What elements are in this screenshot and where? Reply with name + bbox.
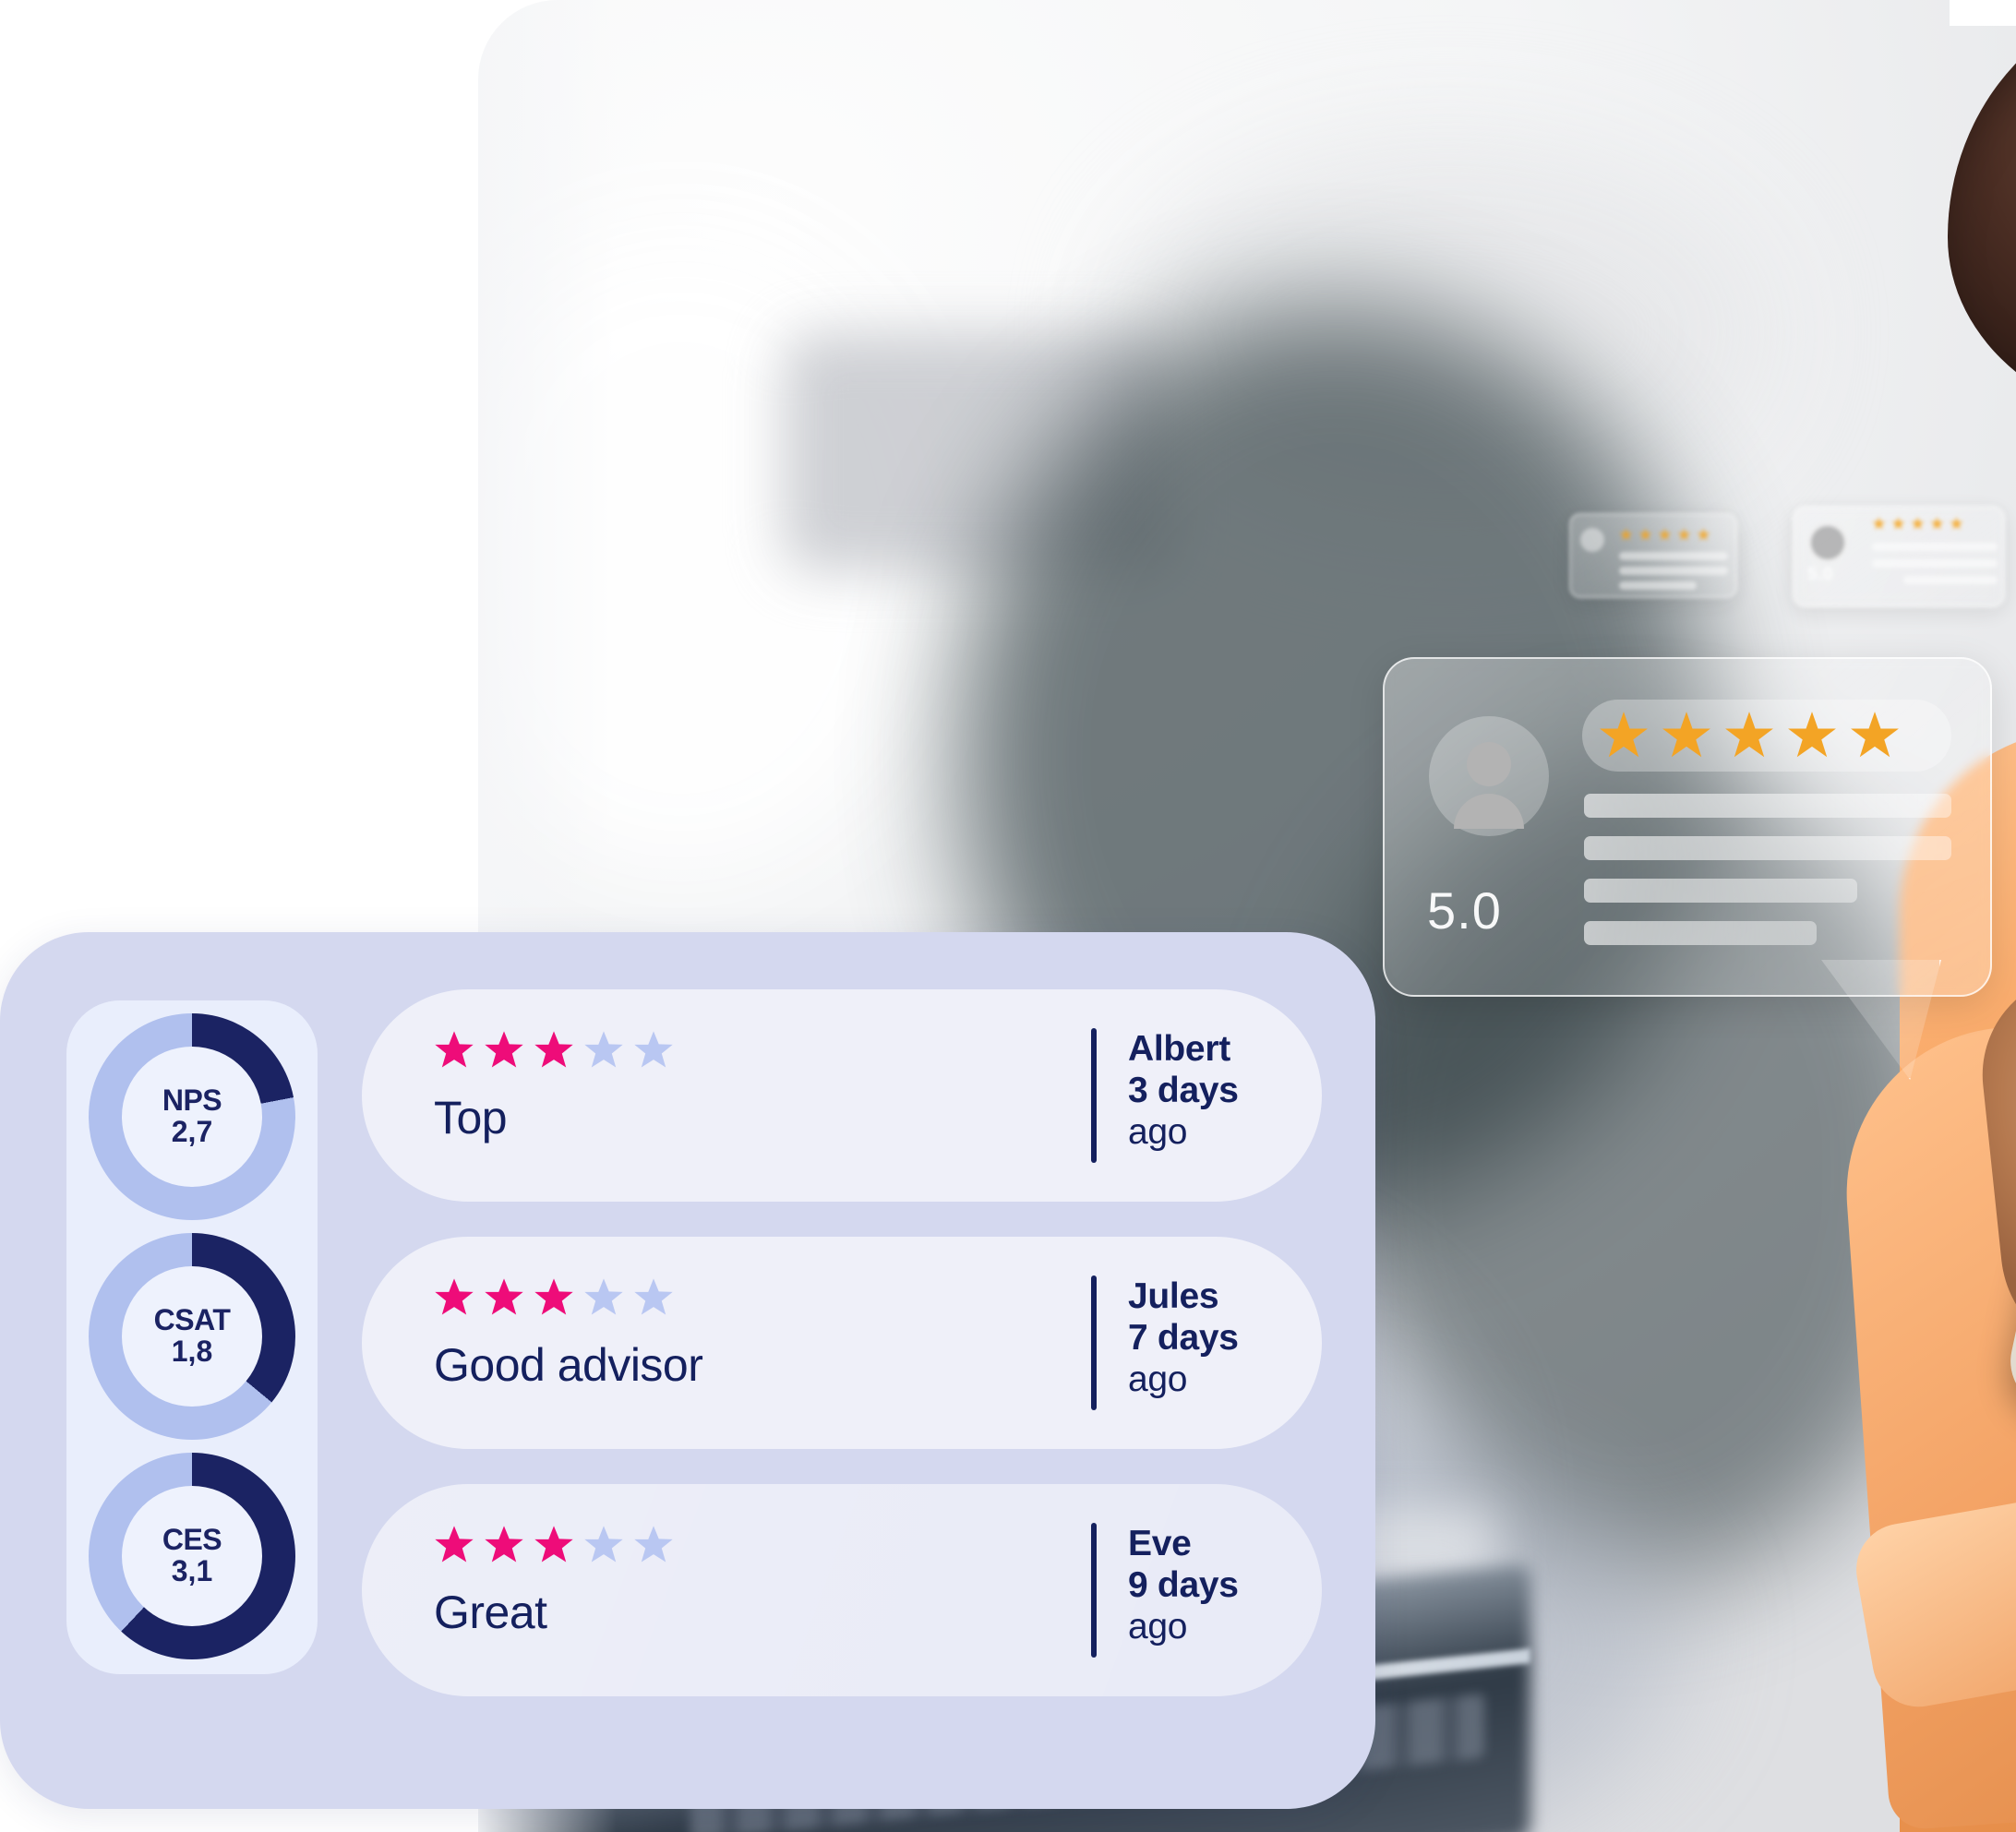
metric-value: 2,7 xyxy=(171,1115,213,1149)
star-icon xyxy=(534,1031,573,1068)
star-icon xyxy=(435,1278,474,1315)
star-icon xyxy=(485,1526,523,1563)
avatar-head xyxy=(1467,742,1511,786)
metric-label: NPS xyxy=(162,1083,222,1117)
divider xyxy=(1091,1028,1097,1163)
review-author-time: Eve 9 days ago xyxy=(1128,1523,1239,1658)
star-icon xyxy=(534,1278,573,1315)
avatar-body xyxy=(1454,794,1524,829)
review-time-suffix: ago xyxy=(1128,1359,1188,1400)
review-author: Jules xyxy=(1128,1276,1219,1316)
donut-chart-nps[interactable]: NPS 2,7 xyxy=(89,1013,295,1220)
metrics-panel: NPS 2,7 CSAT 1,8 CES 3,1 Top Albert 3 da… xyxy=(0,932,1375,1809)
donut-center: CES 3,1 xyxy=(122,1486,262,1626)
star-rating xyxy=(1872,517,1963,531)
review-title: Top xyxy=(434,1092,508,1144)
star-icon xyxy=(584,1278,623,1315)
glass-card-score: 5.0 xyxy=(1427,881,1502,940)
user-avatar-icon xyxy=(1580,528,1604,552)
review-content: Great xyxy=(434,1525,674,1639)
star-icon xyxy=(1697,528,1710,541)
review-content: Good advisor xyxy=(434,1277,703,1392)
review-row[interactable]: Good advisor Jules 7 days ago xyxy=(362,1237,1322,1449)
metrics-card: NPS 2,7 CSAT 1,8 CES 3,1 xyxy=(66,1000,318,1674)
corner-notch xyxy=(1950,0,2016,26)
star-icon xyxy=(1930,517,1944,530)
bubble-score: 5.0 xyxy=(1807,565,1833,584)
star-icon xyxy=(534,1526,573,1563)
star-rating xyxy=(434,1030,674,1071)
star-icon xyxy=(1851,712,1899,758)
review-meta: Jules 7 days ago xyxy=(1091,1275,1239,1410)
star-icon xyxy=(485,1031,523,1068)
review-row[interactable]: Top Albert 3 days ago xyxy=(362,989,1322,1202)
star-rating xyxy=(434,1525,674,1565)
review-time: 9 days xyxy=(1128,1565,1239,1606)
review-list: Top Albert 3 days ago Good advisor Jules xyxy=(362,989,1322,1731)
star-icon xyxy=(584,1526,623,1563)
divider xyxy=(1091,1275,1097,1410)
star-icon xyxy=(1788,712,1836,758)
star-icon xyxy=(435,1526,474,1563)
user-avatar-icon xyxy=(1807,522,1848,563)
star-rating xyxy=(1582,700,1951,772)
review-meta: Eve 9 days ago xyxy=(1091,1523,1239,1658)
review-author: Albert xyxy=(1128,1029,1230,1069)
donut-center: NPS 2,7 xyxy=(122,1047,262,1187)
skeleton-bar xyxy=(1584,794,1951,818)
review-time-suffix: ago xyxy=(1128,1112,1188,1153)
star-icon xyxy=(584,1031,623,1068)
user-avatar-icon xyxy=(1429,716,1549,836)
star-rating xyxy=(434,1277,702,1318)
review-time: 7 days xyxy=(1128,1318,1239,1359)
metric-label: CES xyxy=(162,1522,222,1556)
star-icon xyxy=(634,1526,673,1563)
review-author: Eve xyxy=(1128,1524,1192,1563)
skeleton-bar xyxy=(1903,576,1998,584)
glass-review-card: 5.0 xyxy=(1383,657,1992,997)
star-icon xyxy=(1911,517,1925,530)
skeleton-bar xyxy=(1872,559,1998,568)
skeleton-bar xyxy=(1584,921,1817,945)
skeleton-bar xyxy=(1872,543,1998,551)
donut-chart-ces[interactable]: CES 3,1 xyxy=(89,1453,295,1659)
skeleton-bar xyxy=(1584,879,1857,903)
review-meta: Albert 3 days ago xyxy=(1091,1028,1239,1163)
review-content: Top xyxy=(434,1030,674,1144)
divider xyxy=(1091,1523,1097,1658)
star-icon xyxy=(1891,517,1905,530)
donut-center: CSAT 1,8 xyxy=(122,1266,262,1407)
star-icon xyxy=(1725,712,1773,758)
review-time: 3 days xyxy=(1128,1071,1239,1111)
star-icon xyxy=(1658,528,1672,541)
star-icon xyxy=(1638,528,1652,541)
skeleton-bar xyxy=(1619,552,1728,560)
review-title: Great xyxy=(434,1587,547,1638)
review-time-suffix: ago xyxy=(1128,1607,1188,1647)
star-icon xyxy=(435,1031,474,1068)
star-icon xyxy=(1662,712,1710,758)
skeleton-bar xyxy=(1619,581,1697,590)
star-icon xyxy=(1872,517,1886,530)
metric-value: 1,8 xyxy=(171,1335,213,1369)
star-icon xyxy=(1600,712,1648,758)
review-author-time: Jules 7 days ago xyxy=(1128,1275,1239,1410)
skeleton-bar xyxy=(1584,836,1951,860)
metric-label: CSAT xyxy=(153,1302,231,1336)
star-icon xyxy=(1619,528,1633,541)
star-icon xyxy=(1950,517,1963,530)
floating-review-bubble-1 xyxy=(1569,513,1737,598)
metric-value: 3,1 xyxy=(171,1554,213,1588)
star-icon xyxy=(485,1278,523,1315)
star-icon xyxy=(634,1031,673,1068)
floating-review-bubble-2: 5.0 xyxy=(1793,506,2005,607)
donut-chart-csat[interactable]: CSAT 1,8 xyxy=(89,1233,295,1440)
review-row[interactable]: Great Eve 9 days ago xyxy=(362,1484,1322,1696)
star-rating xyxy=(1619,528,1710,542)
review-author-time: Albert 3 days ago xyxy=(1128,1028,1239,1163)
skeleton-bar xyxy=(1619,567,1728,575)
star-icon xyxy=(634,1278,673,1315)
star-icon xyxy=(1677,528,1691,541)
review-title: Good advisor xyxy=(434,1339,703,1391)
